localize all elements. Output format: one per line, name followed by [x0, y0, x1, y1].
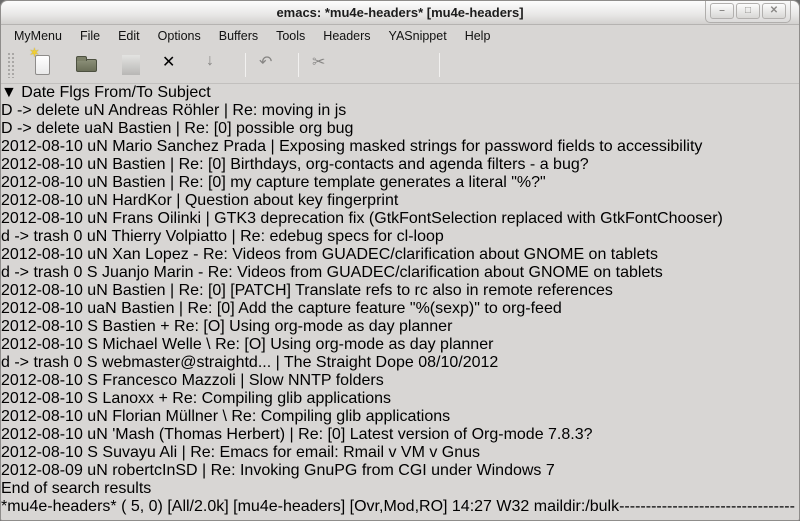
list-item[interactable]: 2012-08-10 uN HardKor | Question about k… — [1, 192, 799, 210]
save-as-icon: ↓ — [206, 52, 232, 78]
list-item[interactable]: 2012-08-10 S Michael Welle \ Re: [O] Usi… — [1, 336, 799, 354]
menu-mymenu[interactable]: MyMenu — [5, 27, 71, 45]
list-item[interactable]: 2012-08-10 uN Bastien | Re: [0] Birthday… — [1, 156, 799, 174]
list-item[interactable]: 2012-08-10 uN 'Mash (Thomas Herbert) | R… — [1, 426, 799, 444]
list-item[interactable]: 2012-08-10 uN Mario Sanchez Prada | Expo… — [1, 138, 799, 156]
list-item[interactable]: d -> trash 0 uN Thierry Volpiatto | Re: … — [1, 228, 799, 246]
list-column-headers[interactable]: ▼ Date Flgs From/To Subject — [1, 84, 799, 102]
end-of-results-label: End of search results — [1, 480, 799, 498]
toolbar-separator — [298, 53, 299, 77]
list-item[interactable]: D -> delete uN Andreas Röhler | Re: movi… — [1, 102, 799, 120]
search-icon[interactable] — [453, 52, 479, 78]
title-bar[interactable]: emacs: *mu4e-headers* [mu4e-headers] –□✕ — [1, 1, 799, 25]
menu-file[interactable]: File — [71, 27, 109, 45]
toolbar-separator — [245, 53, 246, 77]
toolbar-separator — [439, 53, 440, 77]
list-item[interactable]: 2012-08-10 uaN Bastien | Re: [0] Add the… — [1, 300, 799, 318]
minimize-button[interactable]: – — [710, 3, 734, 19]
window-title: emacs: *mu4e-headers* [mu4e-headers] — [276, 5, 523, 20]
emacs-window: emacs: *mu4e-headers* [mu4e-headers] –□✕… — [0, 0, 800, 521]
list-item[interactable]: 2012-08-10 uN Frans Oilinki | GTK3 depre… — [1, 210, 799, 228]
menu-tools[interactable]: Tools — [267, 27, 314, 45]
list-item[interactable]: 2012-08-10 S Suvayu Ali | Re: Emacs for … — [1, 444, 799, 462]
menu-headers[interactable]: Headers — [314, 27, 379, 45]
window-controls: –□✕ — [705, 1, 791, 23]
list-item[interactable]: 2012-08-10 uN Xan Lopez - Re: Videos fro… — [1, 246, 799, 264]
undo-icon: ↶ — [259, 52, 285, 78]
menu-bar: MyMenuFileEditOptionsBuffersToolsHeaders… — [1, 25, 799, 47]
close-buffer-icon[interactable]: ✕ — [162, 52, 188, 78]
toolbar-grip-handle[interactable] — [7, 52, 15, 78]
mu4e-headers-buffer: ▼ Date Flgs From/To Subject D -> delete … — [1, 84, 799, 521]
list-item[interactable]: d -> trash 0 S Juanjo Marin - Re: Videos… — [1, 264, 799, 282]
maximize-button[interactable]: □ — [736, 3, 760, 19]
list-item[interactable]: D -> delete uaN Bastien | Re: [0] possib… — [1, 120, 799, 138]
tool-bar: ✶ ✕ ↓ ↶ ✂ — [1, 47, 799, 84]
list-item[interactable]: d -> trash 0 S webmaster@straightd... | … — [1, 354, 799, 372]
menu-help[interactable]: Help — [456, 27, 500, 45]
paste-icon — [400, 52, 426, 78]
list-item[interactable]: 2012-08-10 S Francesco Mazzoli | Slow NN… — [1, 372, 799, 390]
cut-icon: ✂ — [312, 52, 338, 78]
menu-buffers[interactable]: Buffers — [210, 27, 267, 45]
list-item[interactable]: 2012-08-10 S Bastien + Re: [O] Using org… — [1, 318, 799, 336]
menu-options[interactable]: Options — [149, 27, 210, 45]
save-icon[interactable] — [118, 52, 144, 78]
copy-icon — [356, 52, 382, 78]
list-item[interactable]: 2012-08-10 S Lanoxx + Re: Compiling glib… — [1, 390, 799, 408]
list-item[interactable]: 2012-08-10 uN Florian Müllner \ Re: Comp… — [1, 408, 799, 426]
list-item[interactable]: 2012-08-10 uN Bastien | Re: [0] [PATCH] … — [1, 282, 799, 300]
menu-yasnippet[interactable]: YASnippet — [380, 27, 456, 45]
list-item[interactable]: 2012-08-10 uN Bastien | Re: [0] my captu… — [1, 174, 799, 192]
mode-line[interactable]: *mu4e-headers* ( 5, 0) [All/2.0k] [mu4e-… — [1, 498, 799, 521]
open-folder-icon[interactable] — [74, 52, 100, 78]
close-button[interactable]: ✕ — [762, 3, 786, 19]
menu-edit[interactable]: Edit — [109, 27, 149, 45]
message-list: D -> delete uN Andreas Röhler | Re: movi… — [1, 102, 799, 498]
new-file-icon[interactable]: ✶ — [30, 52, 56, 78]
list-item[interactable]: 2012-08-09 uN robertcInSD | Re: Invoking… — [1, 462, 799, 480]
